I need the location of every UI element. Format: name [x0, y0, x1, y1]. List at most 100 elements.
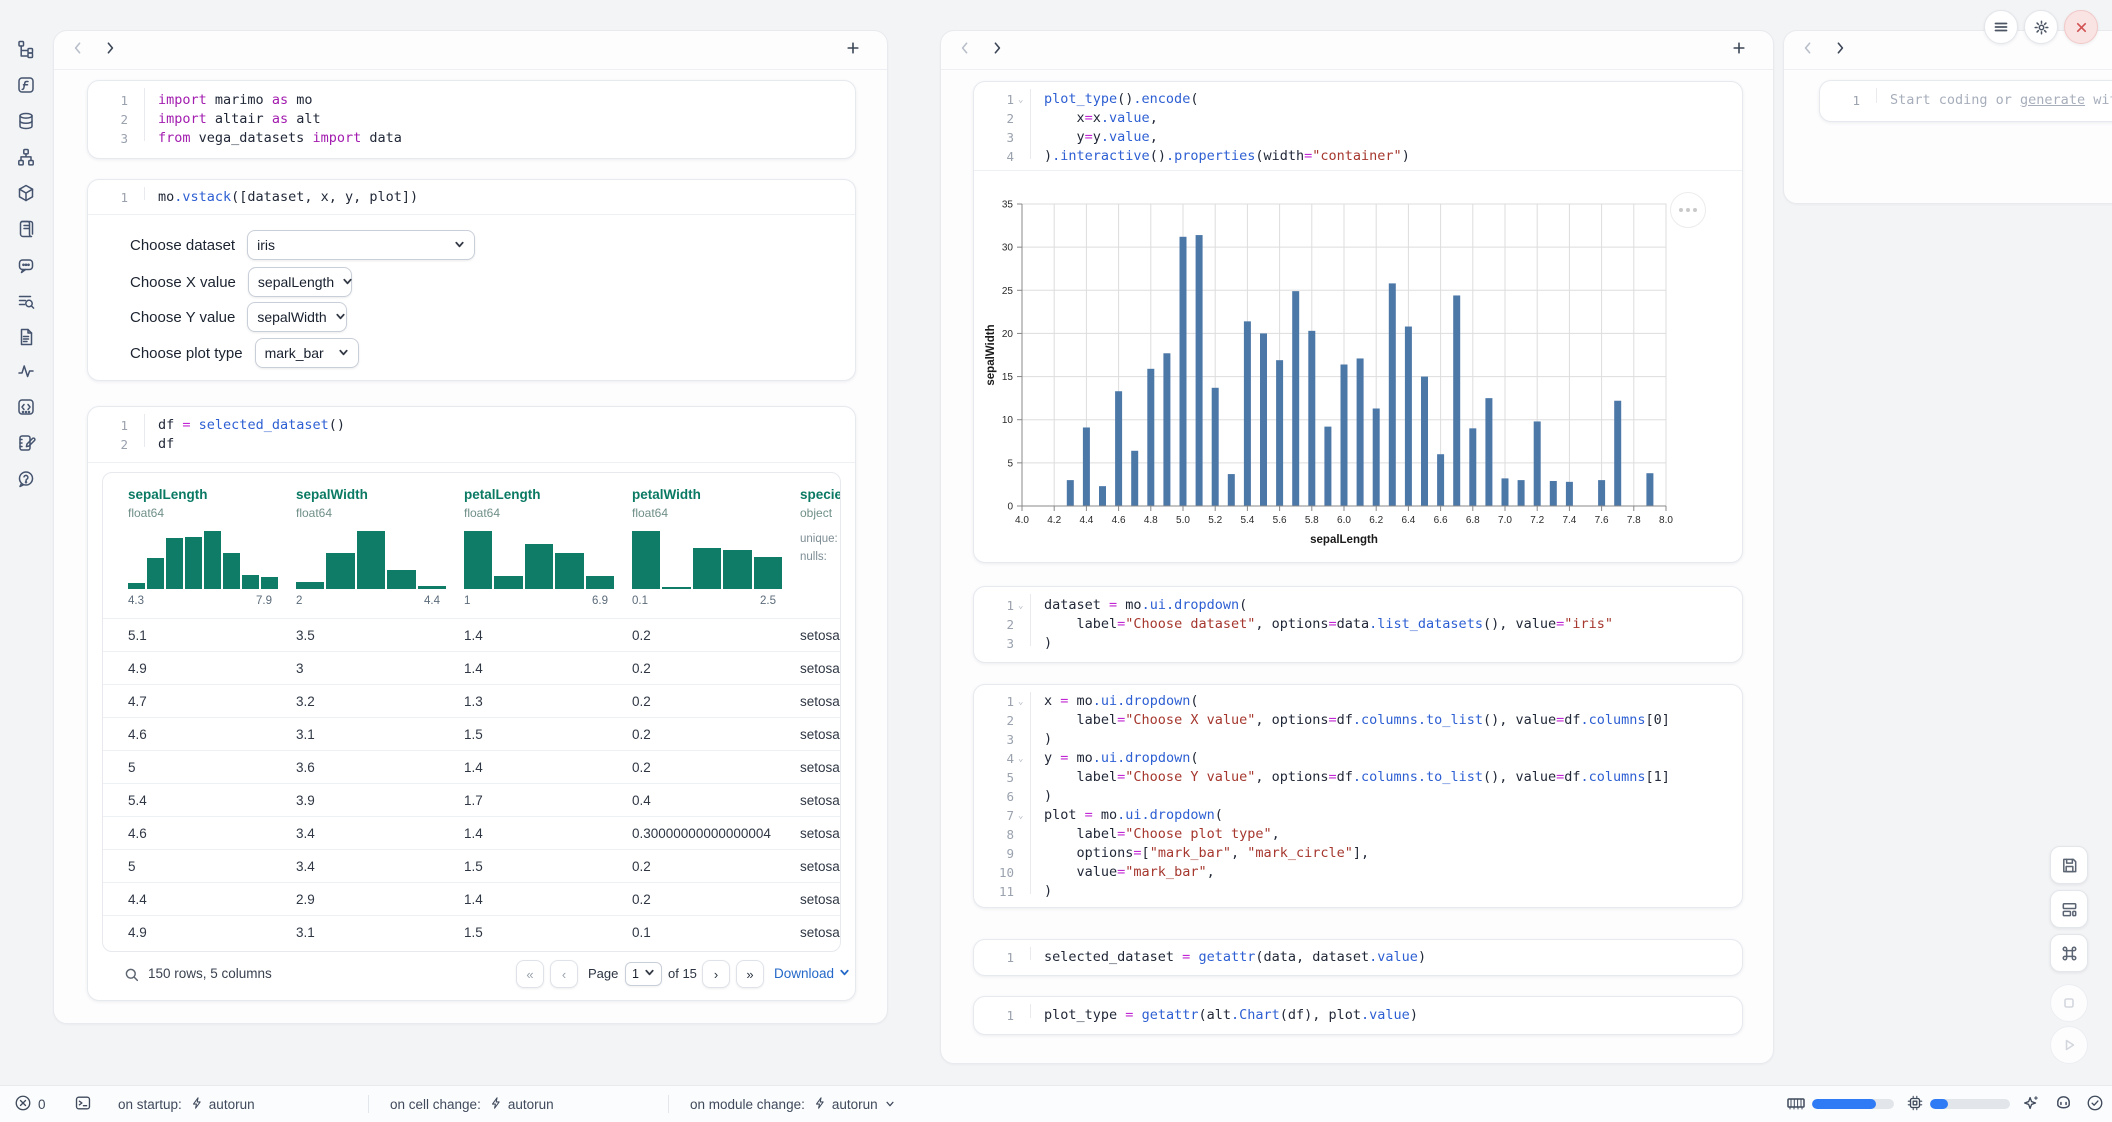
column-prev-button[interactable] — [1796, 38, 1820, 62]
choose-dataset-select[interactable]: iris — [247, 230, 475, 260]
ai-assist-button[interactable] — [2022, 1086, 2040, 1122]
table-cell: 0.2 — [632, 619, 651, 652]
code-editor[interactable]: 1⌄x = mo.ui.dropdown(2 label="Choose X v… — [974, 685, 1742, 901]
column-histogram[interactable] — [464, 531, 614, 589]
keyboard-shortcuts-button[interactable] — [2050, 934, 2088, 972]
line-number: 3 — [974, 730, 1014, 749]
sidebar-item-help[interactable] — [11, 466, 41, 496]
column-stat-label: unique: — [800, 533, 838, 545]
sidebar-item-packages[interactable] — [11, 180, 41, 210]
line-number: 2 — [88, 110, 128, 129]
code-line: plot_type().encode( — [1044, 90, 1198, 109]
chart-actions-button[interactable] — [1670, 192, 1706, 228]
stop-icon — [2061, 995, 2077, 1011]
column-header-petalLength[interactable]: petalLength — [464, 487, 541, 502]
terminal-button[interactable] — [74, 1086, 92, 1122]
table-cell: 4.9 — [128, 652, 147, 685]
code-line: import marimo as mo — [158, 91, 312, 110]
y-axis-title: sepalWidth — [985, 324, 997, 385]
select-value: iris — [257, 237, 275, 253]
svg-text:20: 20 — [1002, 329, 1014, 340]
line-number: 2 — [974, 615, 1014, 634]
column-stat-label: nulls: — [800, 551, 827, 563]
choose-y-value-select[interactable]: sepalWidth — [247, 302, 347, 332]
column-next-button[interactable] — [98, 38, 122, 62]
code-editor[interactable]: 1import marimo as mo2import altair as al… — [88, 81, 855, 148]
sidebar-item-documentation[interactable] — [11, 324, 41, 354]
column-header-petalWidth[interactable]: petalWidth — [632, 487, 701, 502]
sidebar-item-scratchpad[interactable] — [11, 430, 41, 460]
table-cell: 4.7 — [128, 685, 147, 718]
last-page-button[interactable]: » — [736, 960, 764, 988]
autorun-config-1[interactable]: on cell change: autorun — [390, 1086, 554, 1122]
next-page-button[interactable]: › — [702, 960, 730, 988]
prev-page-button[interactable]: ‹ — [550, 960, 578, 988]
autorun-config-0[interactable]: on startup: autorun — [118, 1086, 255, 1122]
code-editor[interactable]: 1⌄dataset = mo.ui.dropdown(2 label="Choo… — [974, 587, 1742, 653]
code-line: ) — [1044, 882, 1052, 901]
fold-chevron-icon[interactable]: ⌄ — [1018, 597, 1023, 616]
settings-button[interactable] — [2024, 10, 2058, 44]
layout-button[interactable] — [2050, 890, 2088, 928]
column-header-sepalLength[interactable]: sepalLength — [128, 487, 208, 502]
sidebar-item-dependency-graph[interactable] — [11, 144, 41, 174]
sidebar-item-variables[interactable] — [11, 288, 41, 318]
error-count[interactable]: 0 — [14, 1086, 46, 1122]
download-button[interactable]: Download — [774, 966, 850, 981]
first-page-button[interactable]: « — [516, 960, 544, 988]
table-row: 4.42.91.40.2setosa — [103, 882, 840, 916]
code-editor[interactable]: 1selected_dataset = getattr(data, datase… — [974, 940, 1742, 967]
menu-button[interactable] — [1984, 10, 2018, 44]
fold-chevron-icon[interactable]: ⌄ — [1018, 91, 1023, 110]
column-next-button[interactable] — [1828, 38, 1852, 62]
fold-chevron-icon[interactable]: ⌄ — [1018, 750, 1023, 769]
hamburger-icon — [1993, 19, 2009, 35]
sidebar-item-datasources[interactable] — [11, 108, 41, 138]
save-button[interactable] — [2050, 846, 2088, 884]
column-header — [54, 31, 887, 70]
column-histogram[interactable] — [632, 531, 782, 589]
table-cell: setosa — [800, 619, 840, 652]
column-next-button[interactable] — [985, 38, 1009, 62]
page-select[interactable]: 1 — [625, 962, 662, 986]
search-icon[interactable] — [124, 967, 140, 988]
autorun-value: autorun — [832, 1097, 878, 1112]
sidebar-item-chat[interactable] — [11, 252, 41, 282]
run-all-button[interactable] — [2050, 1026, 2088, 1064]
column-histogram[interactable] — [128, 531, 278, 589]
add-cell-button[interactable] — [1727, 38, 1751, 62]
column-prev-button[interactable] — [953, 38, 977, 62]
svg-text:8.0: 8.0 — [1659, 515, 1673, 526]
sidebar-item-snippets[interactable] — [11, 394, 41, 424]
column-histogram[interactable] — [296, 531, 446, 589]
choose-plot-type-select[interactable]: mark_bar — [255, 338, 359, 368]
code-editor[interactable]: 1mo.vstack([dataset, x, y, plot]) — [88, 180, 855, 207]
code-editor[interactable]: 1Start coding or generate with — [1820, 81, 2112, 110]
sidebar-item-tracing[interactable] — [11, 358, 41, 388]
column-prev-button[interactable] — [66, 38, 90, 62]
stop-button[interactable] — [2050, 984, 2088, 1022]
code-line: value="mark_bar", — [1044, 863, 1215, 882]
add-cell-button[interactable] — [841, 38, 865, 62]
fold-chevron-icon[interactable]: ⌄ — [1018, 693, 1023, 712]
copilot-button[interactable] — [2054, 1086, 2073, 1122]
table-cell: 1.4 — [464, 751, 483, 784]
choose-x-value-select[interactable]: sepalLength — [248, 267, 352, 297]
sidebar-item-functions[interactable] — [11, 72, 41, 102]
sidebar-item-logs[interactable] — [11, 216, 41, 246]
code-editor[interactable]: 1⌄plot_type().encode(2 x=x.value,3 y=y.v… — [974, 82, 1742, 166]
connection-status[interactable] — [2086, 1086, 2104, 1122]
column-header-sepalWidth[interactable]: sepalWidth — [296, 487, 368, 502]
svg-text:7.8: 7.8 — [1627, 515, 1641, 526]
fold-chevron-icon[interactable]: ⌄ — [1018, 807, 1023, 826]
sidebar-item-file-explorer[interactable] — [11, 36, 41, 66]
table-cell: 1.4 — [464, 883, 483, 916]
table-cell: 3.9 — [296, 784, 315, 817]
column-header-species[interactable]: species — [800, 487, 841, 502]
code-editor[interactable]: 1df = selected_dataset()2df — [88, 407, 855, 454]
autorun-config-2[interactable]: on module change: autorun — [690, 1086, 895, 1122]
altair-bar-chart[interactable]: 4.04.24.44.64.85.05.25.45.65.86.06.26.46… — [982, 180, 1722, 562]
dropdown-row: Choose datasetiris — [130, 230, 475, 260]
code-editor[interactable]: 1plot_type = getattr(alt.Chart(df), plot… — [974, 997, 1742, 1025]
shutdown-button[interactable] — [2064, 10, 2098, 44]
